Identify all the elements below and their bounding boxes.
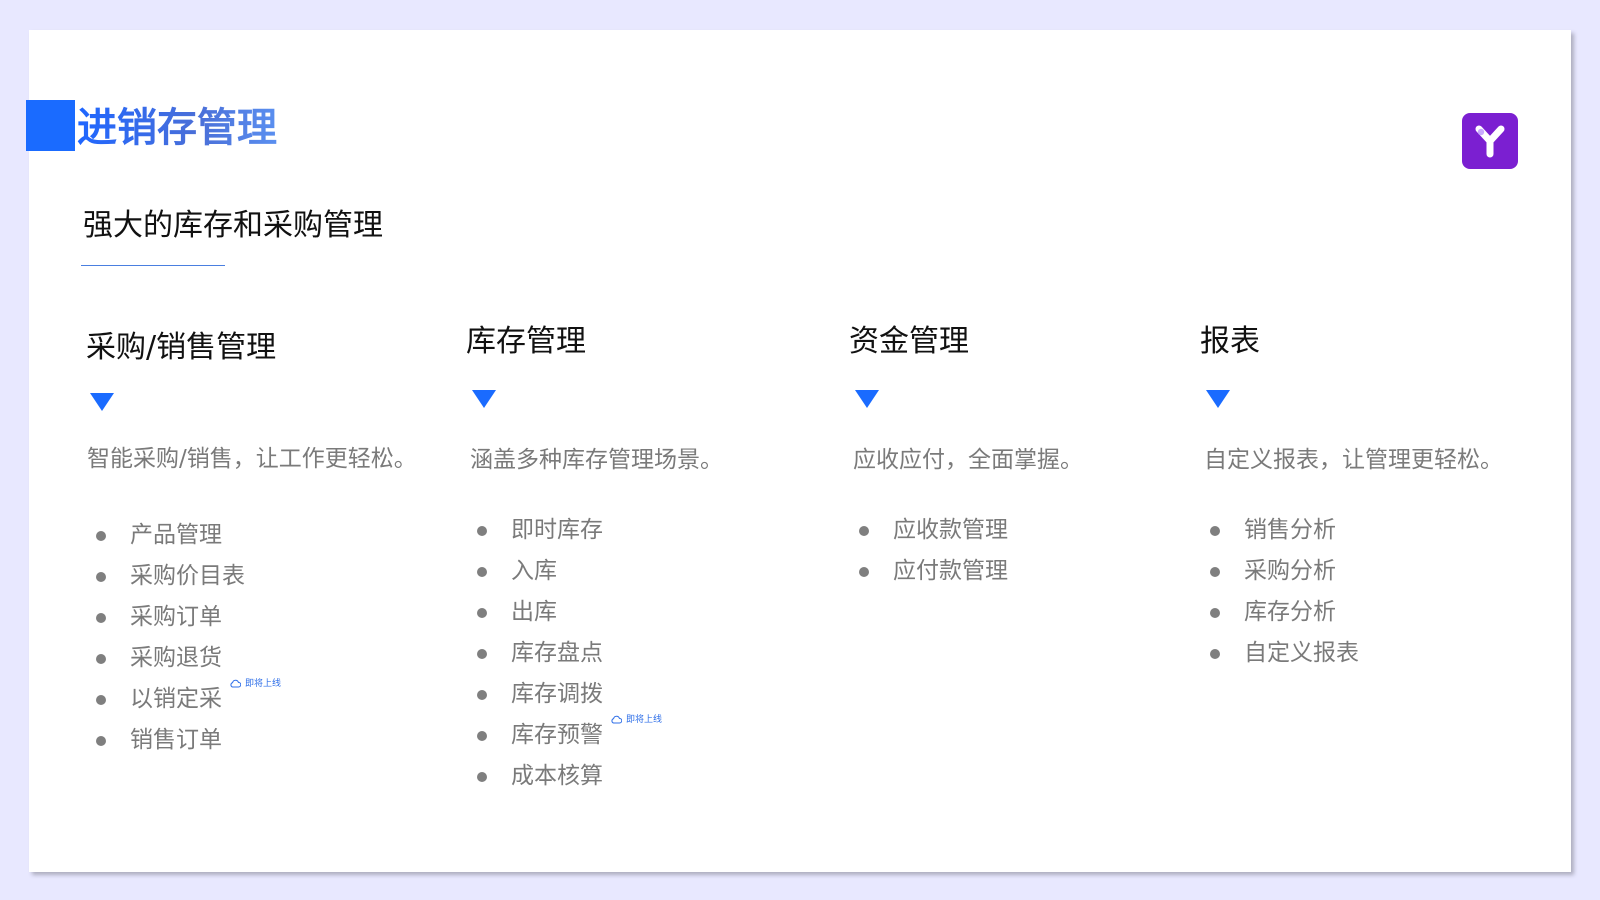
list-item: 以销定采 即将上线: [96, 679, 281, 720]
bullet-icon: [96, 695, 106, 705]
column-description: 涵盖多种库存管理场景。: [470, 447, 723, 473]
page-title: 进销存管理: [77, 100, 277, 156]
list-item: 应付款管理: [859, 551, 1008, 592]
bullet-icon: [477, 690, 487, 700]
column-title: 采购/销售管理: [86, 330, 277, 365]
bullet-icon: [1210, 567, 1220, 577]
list-item: 成本核算: [477, 756, 662, 797]
list-item-label: 库存预警: [511, 722, 603, 748]
list-item: 采购价目表: [96, 556, 281, 597]
list-item: 销售分析: [1210, 510, 1359, 551]
bullet-icon: [96, 613, 106, 623]
feature-list: 销售分析 采购分析 库存分析 自定义报表: [1210, 510, 1359, 674]
bullet-icon: [477, 772, 487, 782]
bullet-icon: [859, 567, 869, 577]
column-description: 智能采购/销售，让工作更轻松。: [87, 446, 417, 472]
list-item-label: 销售订单: [130, 727, 222, 753]
coming-soon-text: 即将上线: [626, 715, 663, 725]
list-item-label: 自定义报表: [1244, 640, 1359, 666]
cloud-icon: [230, 679, 241, 688]
list-item: 入库: [477, 551, 662, 592]
list-item: 库存分析: [1210, 592, 1359, 633]
list-item: 销售订单: [96, 720, 281, 761]
bullet-icon: [96, 654, 106, 664]
list-item: 采购订单: [96, 597, 281, 638]
list-item-label: 应收款管理: [893, 517, 1008, 543]
list-item-label: 采购分析: [1244, 558, 1336, 584]
list-item: 库存盘点: [477, 633, 662, 674]
bullet-icon: [477, 526, 487, 536]
list-item-label: 以销定采: [130, 686, 222, 712]
list-item-label: 即时库存: [511, 517, 603, 543]
column-description: 应收应付，全面掌握。: [853, 447, 1083, 473]
list-item-label: 销售分析: [1244, 517, 1336, 543]
coming-soon-badge: 即将上线: [611, 713, 662, 727]
bullet-icon: [1210, 526, 1220, 536]
feature-list: 即时库存 入库 出库 库存盘点 库存调拨 库存预警 即将上线 成本核算: [477, 510, 662, 797]
triangle-down-icon: [1206, 390, 1230, 408]
feature-list: 产品管理 采购价目表 采购订单 采购退货 以销定采 即将上线 销售订单: [96, 515, 281, 761]
triangle-down-icon: [855, 390, 879, 408]
list-item-label: 产品管理: [130, 522, 222, 548]
coming-soon-badge: 即将上线: [230, 677, 281, 691]
column-title: 库存管理: [466, 324, 586, 359]
bullet-icon: [859, 526, 869, 536]
page-subtitle: 强大的库存和采购管理: [83, 208, 383, 243]
bullet-icon: [1210, 649, 1220, 659]
triangle-down-icon: [472, 390, 496, 408]
list-item-label: 库存调拨: [511, 681, 603, 707]
list-item-label: 入库: [511, 558, 557, 584]
subtitle-underline: [81, 265, 225, 266]
list-item-label: 库存盘点: [511, 640, 603, 666]
list-item: 采购退货: [96, 638, 281, 679]
title-accent-block: [26, 100, 75, 151]
list-item: 库存预警 即将上线: [477, 715, 662, 756]
bullet-icon: [96, 736, 106, 746]
list-item: 产品管理: [96, 515, 281, 556]
bullet-icon: [96, 531, 106, 541]
bullet-icon: [96, 572, 106, 582]
triangle-down-icon: [90, 393, 114, 411]
coming-soon-text: 即将上线: [245, 679, 282, 689]
cloud-icon: [611, 715, 622, 724]
list-item-label: 出库: [511, 599, 557, 625]
column-title: 报表: [1200, 324, 1260, 359]
slide-card: 进销存管理 强大的库存和采购管理 采购/销售管理 智能采购/销售，让工作更轻松。…: [26, 30, 1571, 872]
bullet-icon: [477, 731, 487, 741]
list-item: 自定义报表: [1210, 633, 1359, 674]
list-item: 应收款管理: [859, 510, 1008, 551]
list-item: 库存调拨: [477, 674, 662, 715]
y-logo-icon: [1462, 113, 1518, 169]
bullet-icon: [477, 567, 487, 577]
list-item: 即时库存: [477, 510, 662, 551]
bullet-icon: [1210, 608, 1220, 618]
list-item-label: 采购订单: [130, 604, 222, 630]
feature-list: 应收款管理 应付款管理: [859, 510, 1008, 592]
bullet-icon: [477, 608, 487, 618]
list-item: 出库: [477, 592, 662, 633]
list-item-label: 库存分析: [1244, 599, 1336, 625]
list-item-label: 应付款管理: [893, 558, 1008, 584]
bullet-icon: [477, 649, 487, 659]
list-item-label: 成本核算: [511, 763, 603, 789]
list-item-label: 采购价目表: [130, 563, 245, 589]
column-description: 自定义报表，让管理更轻松。: [1204, 447, 1503, 473]
list-item-label: 采购退货: [130, 645, 222, 671]
column-title: 资金管理: [849, 324, 969, 359]
list-item: 采购分析: [1210, 551, 1359, 592]
